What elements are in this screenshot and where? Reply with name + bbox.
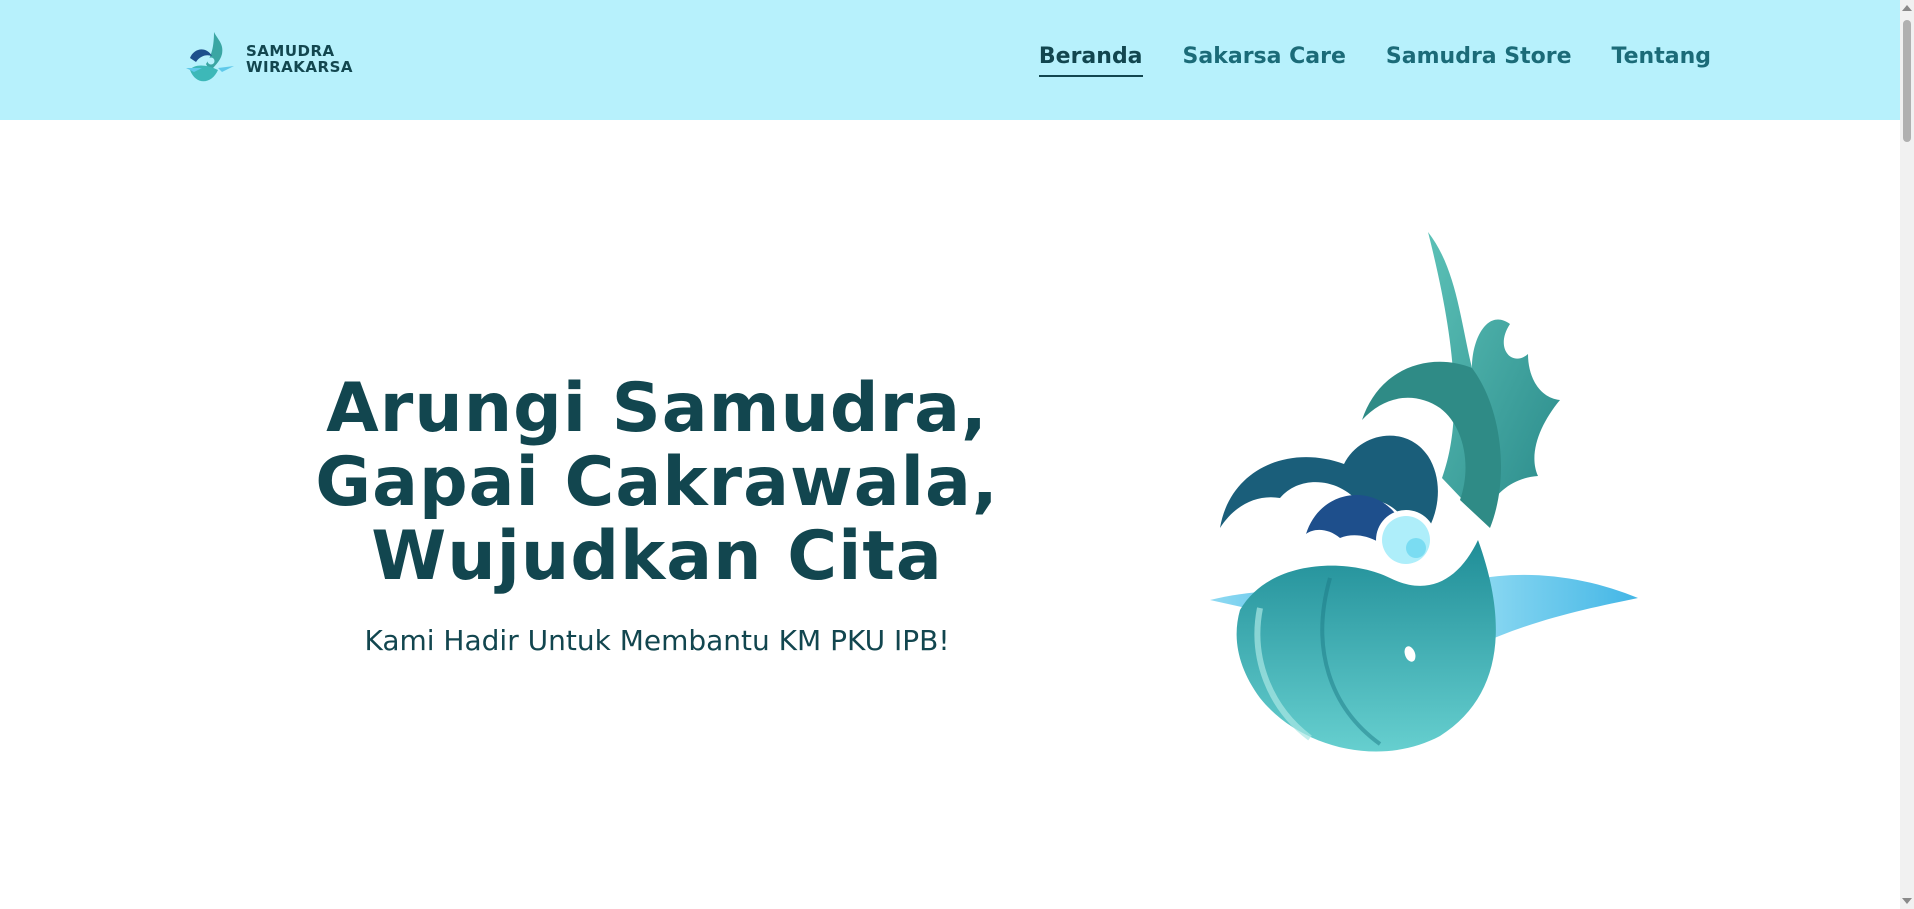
nav-item-sakarsa-care[interactable]: Sakarsa Care	[1183, 44, 1346, 77]
vertical-scrollbar[interactable]	[1900, 0, 1914, 909]
hero-title-line1: Arungi Samudra,	[326, 369, 988, 448]
whale-illustration-icon	[1210, 232, 1638, 752]
brand[interactable]: SAMUDRA WIRAKARSA	[184, 28, 353, 90]
nav-item-samudra-store[interactable]: Samudra Store	[1386, 44, 1572, 77]
hero-title: Arungi Samudra, Gapai Cakrawala, Wujudka…	[290, 372, 1024, 594]
brand-line2: WIRAKARSA	[246, 58, 353, 76]
nav-item-beranda[interactable]: Beranda	[1038, 44, 1143, 77]
main-nav: Beranda Sakarsa Care Samudra Store Tenta…	[1038, 44, 1711, 77]
scroll-down-icon[interactable]	[1902, 898, 1912, 904]
hero-title-line3: Wujudkan Cita	[371, 517, 943, 596]
scroll-up-icon[interactable]	[1902, 5, 1912, 11]
scroll-thumb[interactable]	[1903, 20, 1911, 142]
nav-item-tentang[interactable]: Tentang	[1612, 44, 1711, 77]
brand-name: SAMUDRA WIRAKARSA	[246, 43, 353, 75]
whale-logo-icon	[186, 32, 234, 82]
brand-line1: SAMUDRA	[246, 42, 335, 60]
hero-title-line2: Gapai Cakrawala,	[315, 443, 999, 522]
hero-subtitle: Kami Hadir Untuk Membantu KM PKU IPB!	[364, 624, 950, 657]
navbar: SAMUDRA WIRAKARSA Beranda Sakarsa Care S…	[0, 0, 1900, 120]
